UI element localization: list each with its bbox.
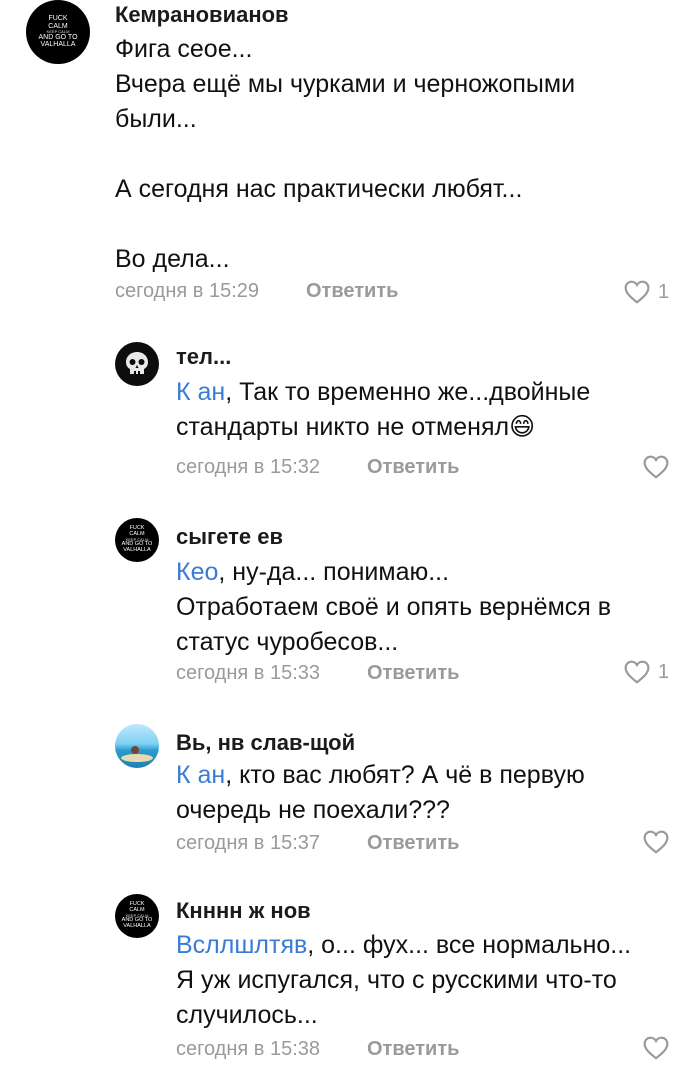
avatar-text: AND GO TO bbox=[38, 34, 78, 42]
comment-author[interactable]: Кемрановианов bbox=[115, 2, 289, 28]
comment-author[interactable]: тел... bbox=[176, 344, 231, 370]
mention-link[interactable]: К ан bbox=[176, 761, 225, 789]
reply-button[interactable]: Ответить bbox=[306, 280, 398, 303]
comment-text: Кео, ну-да... понимаю... Отработаем своё… bbox=[176, 555, 611, 660]
reply-button[interactable]: Ответить bbox=[367, 832, 459, 855]
heart-icon bbox=[643, 455, 669, 479]
comment-text: К ан, Так то временно же...двойные станд… bbox=[176, 375, 590, 445]
mention-link[interactable]: Кео bbox=[176, 558, 218, 586]
like-button[interactable]: 1 bbox=[624, 280, 669, 304]
text-line: Во дела... bbox=[115, 245, 230, 273]
avatar-text: VALHALLA bbox=[123, 922, 151, 929]
comment-text: Всллшлтяв, о... фух... все нормально... … bbox=[176, 928, 631, 1033]
comment-timestamp: сегодня в 15:32 bbox=[176, 456, 320, 478]
text-line: случилось... bbox=[176, 1001, 318, 1029]
reply-button[interactable]: Ответить bbox=[367, 1038, 459, 1061]
text-line: Я уж испугался, что с русскими что-то bbox=[176, 966, 617, 994]
comment-timestamp: сегодня в 15:33 bbox=[176, 662, 320, 684]
reply-button[interactable]: Ответить bbox=[367, 662, 459, 685]
like-button[interactable] bbox=[643, 830, 677, 854]
text-line: очередь не поехали??? bbox=[176, 796, 450, 824]
text-line: были... bbox=[115, 105, 197, 133]
avatar-text: FUCK bbox=[48, 15, 68, 23]
skull-icon bbox=[126, 352, 148, 374]
avatar-text: KEEP CALM bbox=[125, 912, 149, 918]
avatar-text: VALHALLA bbox=[40, 41, 76, 49]
heart-icon bbox=[624, 660, 650, 684]
avatar[interactable] bbox=[115, 724, 159, 768]
text-line: стандарты никто не отменял😄 bbox=[176, 413, 536, 441]
comment-timestamp: сегодня в 15:29 bbox=[115, 280, 259, 302]
like-count: 1 bbox=[658, 280, 670, 303]
avatar-text: KEEP CALM bbox=[46, 28, 70, 34]
text-line: А сегодня нас практически любят... bbox=[115, 175, 523, 203]
beach-photo-icon bbox=[121, 746, 153, 762]
text-line: Вчера ещё мы чурками и черножопыми bbox=[115, 70, 576, 98]
mention-link[interactable]: К ан bbox=[176, 378, 225, 406]
heart-icon bbox=[643, 1036, 669, 1060]
heart-icon bbox=[643, 830, 669, 854]
text-line: статус чуробесов... bbox=[176, 628, 399, 656]
heart-icon bbox=[624, 280, 650, 304]
comment-author[interactable]: сыгете ев bbox=[176, 524, 283, 550]
comment-timestamp: сегодня в 15:38 bbox=[176, 1038, 320, 1060]
avatar[interactable] bbox=[115, 342, 159, 386]
comment-author[interactable]: Вь, нв слав-щой bbox=[176, 730, 355, 756]
text-line: , кто вас любят? А чё в первую bbox=[225, 761, 585, 789]
comment-text: Фига сеое... Вчера ещё мы чурками и черн… bbox=[115, 32, 575, 277]
avatar[interactable]: FUCK CALM KEEP CALM AND GO TO VALHALLA bbox=[115, 894, 159, 938]
text-line: , Так то временно же...двойные bbox=[225, 378, 591, 406]
comment-author[interactable]: Кнннн ж нов bbox=[176, 898, 311, 924]
reply-button[interactable]: Ответить bbox=[367, 456, 459, 479]
avatar-text: VALHALLA bbox=[123, 546, 151, 553]
like-count: 1 bbox=[658, 660, 670, 683]
comment-timestamp: сегодня в 15:37 bbox=[176, 832, 320, 854]
mention-link[interactable]: Всллшлтяв bbox=[176, 931, 307, 959]
like-button[interactable] bbox=[643, 455, 677, 479]
avatar[interactable]: FUCK CALM KEEP CALM AND GO TO VALHALLA bbox=[115, 518, 159, 562]
text-line: Фига сеое... bbox=[115, 35, 253, 63]
text-line: Отработаем своё и опять вернёмся в bbox=[176, 593, 612, 621]
like-button[interactable] bbox=[643, 1036, 677, 1060]
text-line: , ну-да... понимаю... bbox=[218, 558, 450, 586]
avatar-text: KEEP CALM bbox=[125, 536, 149, 542]
text-line: , о... фух... все нормально... bbox=[307, 931, 632, 959]
like-button[interactable]: 1 bbox=[624, 660, 669, 684]
avatar[interactable]: FUCK CALM KEEP CALM AND GO TO VALHALLA bbox=[26, 0, 90, 64]
comment-text: К ан, кто вас любят? А чё в первую очере… bbox=[176, 758, 585, 828]
